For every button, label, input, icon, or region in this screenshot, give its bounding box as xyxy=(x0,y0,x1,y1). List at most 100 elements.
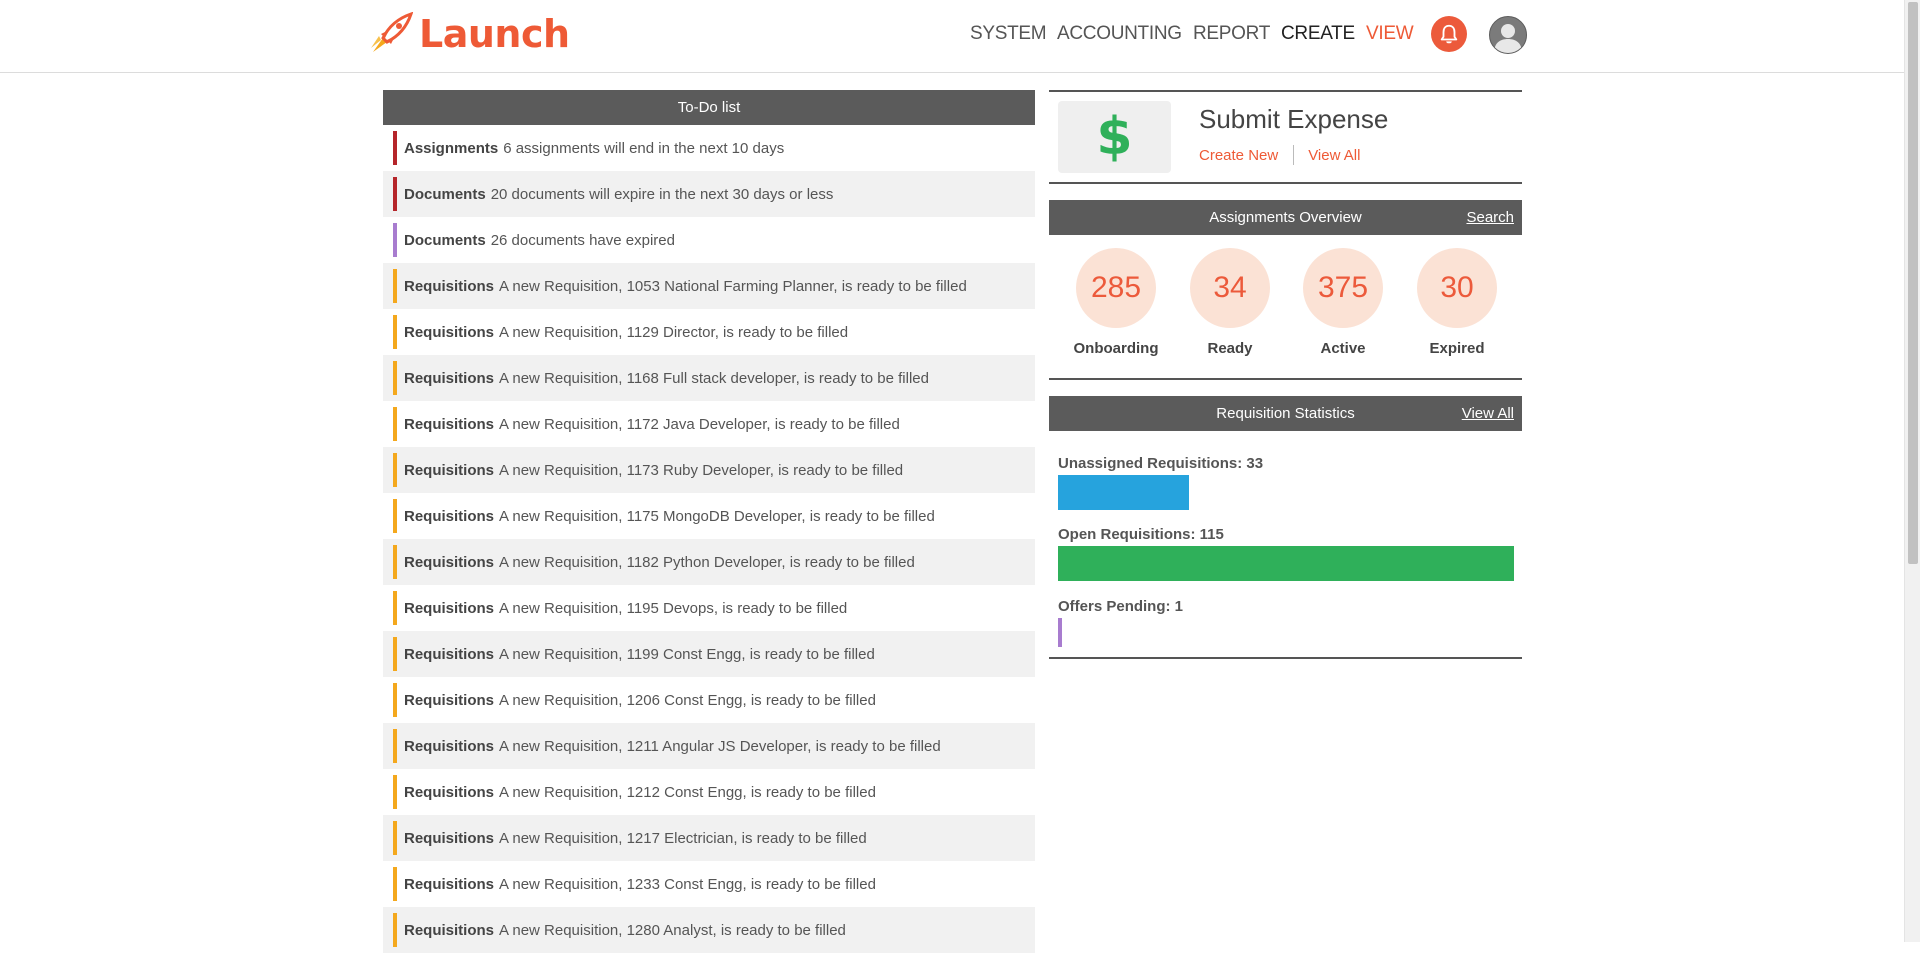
todo-item[interactable]: Requisitions A new Requisition, 1182 Pyth… xyxy=(383,539,1035,585)
nav-accounting[interactable]: ACCOUNTING xyxy=(1057,22,1182,46)
todo-title: To-Do list xyxy=(383,90,1035,125)
open-requisitions-bar[interactable] xyxy=(1058,546,1514,581)
stat-onboarding-label: Onboarding xyxy=(1073,340,1159,357)
todo-item-category: Requisitions xyxy=(404,553,495,571)
todo-item[interactable]: Requisitions A new Requisition, 1129 Dire… xyxy=(383,309,1035,355)
todo-item[interactable]: Documents 26 documents have expired xyxy=(383,217,1035,263)
todo-item-text: A new Requisition, 1233 Const Engg, is r… xyxy=(499,875,876,893)
todo-item[interactable]: Requisitions A new Requisition, 1172 Java… xyxy=(383,401,1035,447)
todo-item-category: Requisitions xyxy=(404,645,495,663)
stat-active-value[interactable]: 375 xyxy=(1303,248,1383,328)
todo-item-category: Requisitions xyxy=(404,323,495,341)
todo-item[interactable]: Requisitions A new Requisition, 1053 Nati… xyxy=(383,263,1035,309)
offers-pending-bar[interactable] xyxy=(1058,618,1062,647)
todo-list: Assignments 6 assignments will end in the… xyxy=(383,125,1035,953)
todo-panel: To-Do list Assignments 6 assignments will… xyxy=(383,90,1035,953)
todo-item-marker xyxy=(393,407,397,441)
assignments-search-link[interactable]: Search xyxy=(1466,200,1514,235)
assignments-overview: Assignments Overview Search 285 Onboardi… xyxy=(1049,200,1522,380)
todo-item[interactable]: Requisitions A new Requisition, 1206 Cons… xyxy=(383,677,1035,723)
todo-item[interactable]: Requisitions A new Requisition, 1217 Elec… xyxy=(383,815,1035,861)
submit-expense-panel: $ Submit Expense Create New View All xyxy=(1049,90,1522,184)
todo-item-category: Requisitions xyxy=(404,461,495,479)
stat-onboarding: 285 Onboarding xyxy=(1059,248,1173,357)
nav-create[interactable]: CREATE xyxy=(1281,22,1355,46)
todo-item[interactable]: Requisitions A new Requisition, 1168 Full… xyxy=(383,355,1035,401)
todo-item[interactable]: Requisitions A new Requisition, 1211 Angu… xyxy=(383,723,1035,769)
right-column: $ Submit Expense Create New View All Ass… xyxy=(1049,90,1522,659)
todo-item-category: Requisitions xyxy=(404,829,495,847)
stat-active-label: Active xyxy=(1320,340,1366,357)
user-avatar-icon xyxy=(1494,24,1522,53)
todo-item-text: A new Requisition, 1206 Const Engg, is r… xyxy=(499,691,876,709)
expense-links: Create New View All xyxy=(1199,145,1360,165)
unassigned-requisitions-label: Unassigned Requisitions: 33 xyxy=(1058,455,1264,472)
todo-item-category: Requisitions xyxy=(404,369,495,387)
stat-expired: 30 Expired xyxy=(1400,248,1514,357)
nav-view[interactable]: VIEW xyxy=(1366,22,1414,46)
todo-item-category: Documents xyxy=(404,231,486,249)
scrollbar-thumb[interactable] xyxy=(1908,2,1918,564)
bell-icon xyxy=(1440,24,1458,44)
expense-icon-box[interactable]: $ xyxy=(1058,101,1171,173)
todo-item-text: A new Requisition, 1212 Const Engg, is r… xyxy=(499,783,876,801)
todo-item[interactable]: Documents 20 documents will expire in the… xyxy=(383,171,1035,217)
todo-item-marker xyxy=(393,867,397,901)
stat-onboarding-value[interactable]: 285 xyxy=(1076,248,1156,328)
assignments-overview-title: Assignments Overview xyxy=(1209,209,1362,226)
todo-item-category: Requisitions xyxy=(404,737,495,755)
stat-ready-label: Ready xyxy=(1207,340,1253,357)
launch-logo[interactable]: Launch xyxy=(369,12,570,56)
assignment-stats: 285 Onboarding 34 Ready 375 Active 30 Ex… xyxy=(1049,235,1522,380)
todo-item-category: Requisitions xyxy=(404,691,495,709)
todo-item[interactable]: Requisitions A new Requisition, 1175 Mong… xyxy=(383,493,1035,539)
todo-item-text: A new Requisition, 1129 Director, is rea… xyxy=(499,323,849,341)
todo-item-text: A new Requisition, 1280 Analyst, is read… xyxy=(499,921,846,939)
todo-item[interactable]: Assignments 6 assignments will end in the… xyxy=(383,125,1035,171)
expense-title: Submit Expense xyxy=(1199,104,1389,134)
page-scrollbar[interactable] xyxy=(1904,0,1920,942)
notifications-button[interactable] xyxy=(1431,16,1467,52)
view-all-expenses-link[interactable]: View All xyxy=(1308,147,1360,164)
todo-item-category: Requisitions xyxy=(404,783,495,801)
brand-name: Launch xyxy=(419,12,570,56)
todo-item-category: Requisitions xyxy=(404,875,495,893)
stat-active: 375 Active xyxy=(1286,248,1400,357)
nav-system[interactable]: SYSTEM xyxy=(970,22,1047,46)
requisition-statistics-header: Requisition Statistics View All xyxy=(1049,396,1522,431)
stat-ready-value[interactable]: 34 xyxy=(1190,248,1270,328)
todo-item-marker xyxy=(393,545,397,579)
todo-item[interactable]: Requisitions A new Requisition, 1195 Devo… xyxy=(383,585,1035,631)
todo-item-marker xyxy=(393,729,397,763)
stat-expired-value[interactable]: 30 xyxy=(1417,248,1497,328)
todo-item-category: Requisitions xyxy=(404,415,495,433)
user-avatar[interactable] xyxy=(1489,16,1527,54)
todo-item-marker xyxy=(393,269,397,303)
open-requisitions-label: Open Requisitions: 115 xyxy=(1058,526,1224,543)
assignments-overview-header: Assignments Overview Search xyxy=(1049,200,1522,235)
todo-item-marker xyxy=(393,683,397,717)
nav-report[interactable]: REPORT xyxy=(1193,22,1270,46)
requisition-statistics-title: Requisition Statistics xyxy=(1216,405,1355,422)
todo-item-marker xyxy=(393,223,397,257)
todo-item-category: Requisitions xyxy=(404,599,495,617)
todo-item[interactable]: Requisitions A new Requisition, 1173 Ruby… xyxy=(383,447,1035,493)
requisition-statistics: Requisition Statistics View All Unassign… xyxy=(1049,396,1522,659)
todo-item-marker xyxy=(393,177,397,211)
requisitions-view-all-link[interactable]: View All xyxy=(1462,396,1514,431)
todo-item[interactable]: Requisitions A new Requisition, 1212 Cons… xyxy=(383,769,1035,815)
todo-item[interactable]: Requisitions A new Requisition, 1233 Cons… xyxy=(383,861,1035,907)
todo-item[interactable]: Requisitions A new Requisition, 1280 Anal… xyxy=(383,907,1035,953)
unassigned-requisitions-bar[interactable] xyxy=(1058,475,1189,510)
todo-item-text: A new Requisition, 1217 Electrician, is … xyxy=(499,829,867,847)
todo-item-text: A new Requisition, 1195 Devops, is ready… xyxy=(499,599,848,617)
todo-item-marker xyxy=(393,131,397,165)
top-header: Launch SYSTEM ACCOUNTING REPORT CREATE V… xyxy=(0,0,1904,73)
todo-item-marker xyxy=(393,637,397,671)
todo-item-category: Documents xyxy=(404,185,486,203)
stat-ready: 34 Ready xyxy=(1173,248,1287,357)
todo-item[interactable]: Requisitions A new Requisition, 1199 Cons… xyxy=(383,631,1035,677)
create-new-link[interactable]: Create New xyxy=(1199,147,1278,164)
offers-pending-label: Offers Pending: 1 xyxy=(1058,598,1184,615)
todo-item-text: A new Requisition, 1175 MongoDB Develope… xyxy=(499,507,935,525)
